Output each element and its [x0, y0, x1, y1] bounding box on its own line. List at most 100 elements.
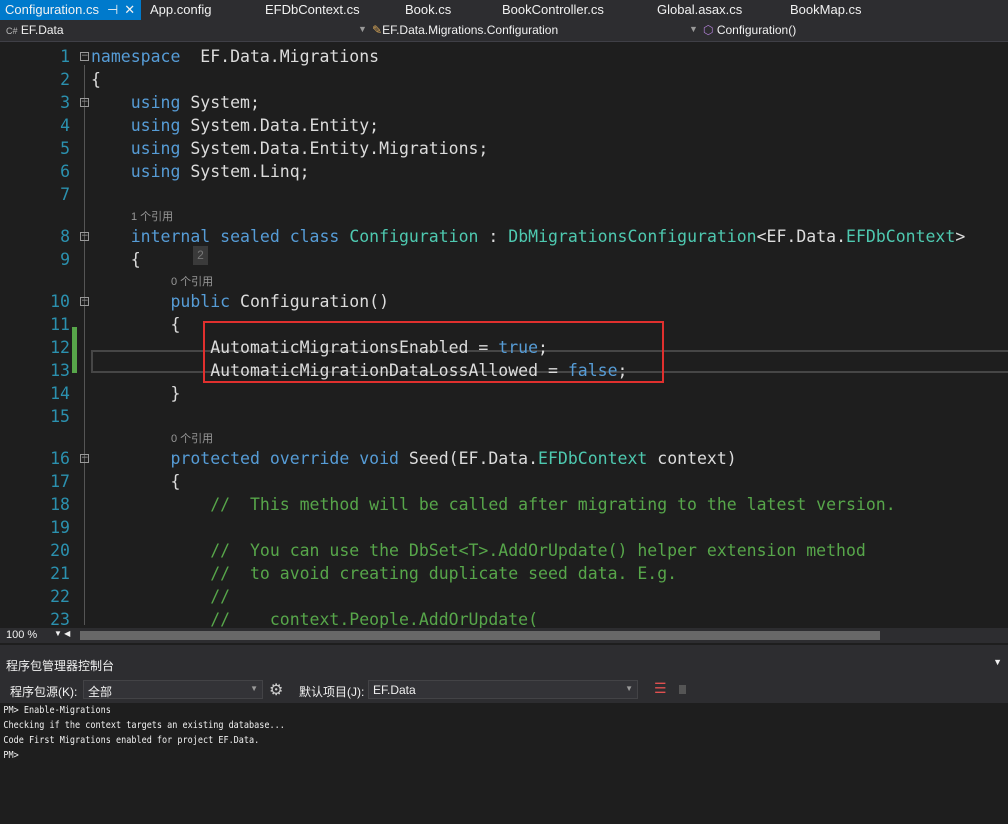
code-text: { [91, 68, 101, 91]
pin-icon[interactable]: ⊣ [107, 2, 118, 17]
tab-label: Global.asax.cs [657, 2, 743, 17]
code-line: 10 − public Configuration() [0, 290, 1008, 313]
member-dropdown[interactable]: ⬡ Configuration() [703, 23, 796, 37]
project-dropdown[interactable]: C# EF.Data [6, 23, 64, 37]
token: // You can use the DbSet<T>.AddOrUpdate(… [210, 541, 866, 560]
line-number: 8 [60, 227, 70, 246]
reference-count[interactable]: 1 个引用 [131, 208, 173, 224]
line-number: 4 [60, 116, 70, 135]
project-value: EF.Data [373, 683, 416, 697]
tab-book-cs[interactable]: Book.cs [405, 0, 451, 20]
token: AutomaticMigrationsEnabled = [91, 338, 499, 357]
code-text: // to avoid creating duplicate seed data… [91, 562, 677, 585]
code-line: 17 { [0, 470, 1008, 493]
chevron-down-icon[interactable]: ▼ [358, 24, 367, 34]
gear-icon[interactable]: ⚙ [269, 680, 283, 700]
token: // [210, 587, 231, 606]
default-project-select[interactable]: EF.Data ▼ [368, 680, 638, 699]
collapse-icon[interactable]: − [80, 454, 89, 463]
chevron-down-icon[interactable]: ▼ [689, 24, 698, 34]
line-number: 16 [50, 449, 70, 468]
line-number: 18 [50, 495, 70, 514]
code-line: 21 // to avoid creating duplicate seed d… [0, 562, 1008, 585]
code-line: 16 − protected override void Seed(EF.Data… [0, 447, 1008, 470]
code-line: 3 − using System; [0, 91, 1008, 114]
token: EFDbContext [846, 227, 956, 246]
tab-configuration-cs[interactable]: Configuration.cs ⊣ ✕ [0, 0, 142, 20]
code-line: 4 using System.Data.Entity; [0, 114, 1008, 137]
clear-console-icon[interactable]: ☰ [654, 680, 667, 697]
line-number: 1 [60, 47, 70, 66]
tab-bookmap-cs[interactable]: BookMap.cs [790, 0, 862, 20]
close-icon[interactable]: ✕ [124, 2, 135, 17]
token: ; [538, 338, 548, 357]
token: EF.Data.Migrations [180, 47, 380, 66]
panel-title: 程序包管理器控制台 [6, 659, 115, 673]
tab-global-asax-cs[interactable]: Global.asax.cs [657, 0, 742, 20]
collapse-icon[interactable]: − [80, 98, 89, 107]
document-tabs: Configuration.cs ⊣ ✕ App.config EFDbContext.… [0, 0, 1008, 20]
type-label: EF.Data.Migrations.Configuration [382, 23, 559, 37]
token: true [498, 338, 539, 357]
token: { [91, 70, 101, 89]
collapse-icon[interactable]: − [80, 52, 89, 61]
tab-label: EFDbContext.cs [265, 2, 360, 17]
tab-label: Configuration.cs [5, 2, 99, 17]
horizontal-scrollbar[interactable] [80, 631, 880, 640]
code-editor[interactable]: 2 1− namespace EF.Data.Migrations 2{3− usi… [0, 43, 1008, 628]
reference-count[interactable]: 0 个引用 [171, 430, 213, 446]
tab-bookcontroller-cs[interactable]: BookController.cs [502, 0, 604, 20]
code-text: AutomaticMigrationDataLossAllowed = fals… [91, 359, 627, 382]
reference-count[interactable]: 0 个引用 [171, 273, 213, 289]
code-text: // context.People.AddOrUpdate( [91, 608, 538, 628]
token: public [170, 292, 231, 311]
package-source-select[interactable]: 全部 ▼ [83, 680, 263, 699]
token: > [955, 227, 966, 246]
line-number: 23 [50, 610, 70, 628]
chevron-down-icon: ▼ [625, 684, 633, 693]
token: <EF.Data. [756, 227, 847, 246]
line-number: 10 [50, 292, 70, 311]
tab-label: BookMap.cs [790, 2, 862, 17]
code-text: protected override void Seed(EF.Data.EFD… [91, 447, 737, 470]
token: using [130, 162, 181, 181]
token: context) [647, 449, 737, 468]
chevron-down-icon: ▼ [250, 684, 258, 693]
code-text: } [91, 382, 180, 405]
line-number: 15 [50, 407, 70, 426]
code-text: { [91, 248, 141, 271]
console-line: PM> Enable-Migrations [3, 705, 111, 716]
collapse-icon[interactable]: − [80, 232, 89, 241]
tab-app-config[interactable]: App.config [150, 0, 211, 20]
collapse-icon[interactable]: − [80, 297, 89, 306]
token: Configuration [349, 227, 479, 246]
code-text: // [91, 585, 230, 608]
source-label: 程序包源(K): [10, 685, 78, 699]
line-number: 13 [50, 361, 70, 380]
package-manager-console: 程序包管理器控制台 ▼ 程序包源(K): 全部 ▼ ⚙ 默认项目(J): EF.Da… [0, 645, 1008, 824]
line-number: 5 [60, 139, 70, 158]
tab-efdbcontext-cs[interactable]: EFDbContext.cs [265, 0, 360, 20]
code-text: { [91, 470, 180, 493]
panel-menu-icon[interactable]: ▼ [993, 657, 1002, 667]
stop-icon[interactable] [679, 685, 686, 694]
console-output[interactable]: PM> Enable-Migrations Checking if the con… [0, 703, 857, 763]
token: : [478, 227, 509, 246]
code-text: public Configuration() [91, 290, 389, 313]
zoom-dropdown-icon[interactable]: ▼ ◀ [54, 629, 70, 638]
code-text: internal sealed class Configuration : Db… [91, 225, 966, 248]
type-dropdown[interactable]: ✎EF.Data.Migrations.Configuration [372, 23, 558, 37]
zoom-level[interactable]: 100 % [6, 629, 37, 641]
token: // to avoid creating duplicate seed data… [210, 564, 678, 583]
code-text: using System.Data.Entity; [91, 114, 379, 137]
console-line: Checking if the context targets an exist… [3, 720, 285, 731]
